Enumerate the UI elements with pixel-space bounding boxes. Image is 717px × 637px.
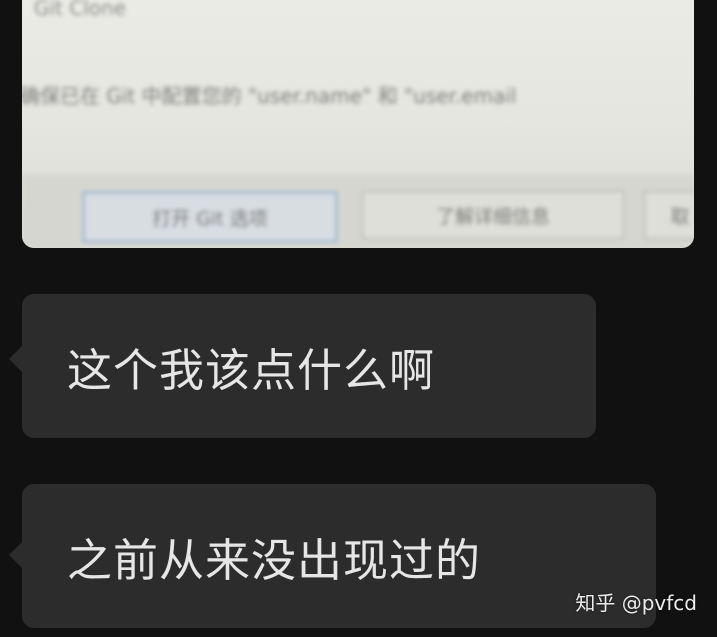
dialog-top-text: Git Clone xyxy=(34,0,126,20)
chat-bubble-message-1[interactable]: 这个我该点什么啊 xyxy=(9,294,596,438)
dialog-photo: Git Clone 确保已在 Git 中配置您的 "user.name" 和 "… xyxy=(22,0,694,248)
bubble-tail xyxy=(9,542,22,568)
message-text: 这个我该点什么啊 xyxy=(67,343,436,397)
chat-bubble-message-2[interactable]: 之前从来没出现过的 xyxy=(9,484,656,628)
bubble-tail xyxy=(9,346,22,372)
cancel-button: 取 xyxy=(644,191,694,239)
chat-screen: Git Clone 确保已在 Git 中配置您的 "user.name" 和 "… xyxy=(0,0,717,637)
dialog-message-text: 确保已在 Git 中配置您的 "user.name" 和 "user.email xyxy=(22,84,517,108)
watermark: 知乎 @pvfcd xyxy=(575,591,697,615)
learn-more-button: 了解详细信息 xyxy=(362,191,624,239)
message-text: 之前从来没出现过的 xyxy=(67,533,482,587)
image-message-screenshot[interactable]: Git Clone 确保已在 Git 中配置您的 "user.name" 和 "… xyxy=(22,0,694,248)
open-git-options-button: 打开 Git 选项 xyxy=(82,191,338,243)
